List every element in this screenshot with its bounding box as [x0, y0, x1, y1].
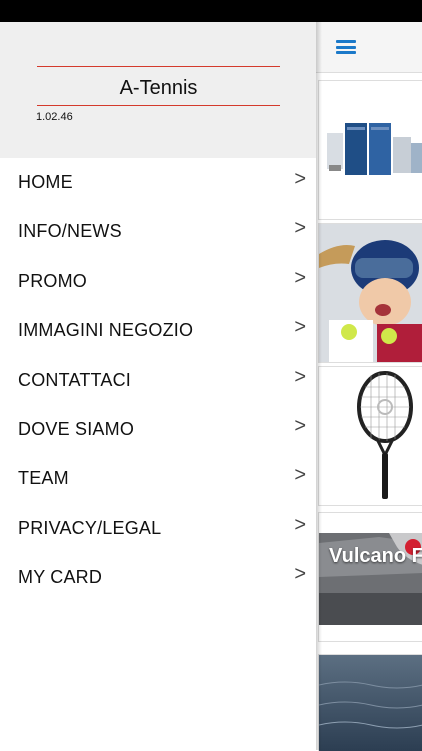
menu-item-label: DOVE SIAMO [18, 418, 135, 439]
card-caption: Vulcano F [329, 545, 422, 567]
menu-item-label: INFO/NEWS [18, 221, 122, 242]
chevron-right-icon: > [294, 513, 306, 536]
skier-image [319, 224, 422, 362]
menu-item-label: PRIVACY/LEGAL [18, 517, 162, 538]
navigation-bar [316, 22, 422, 73]
chevron-right-icon: > [294, 217, 306, 240]
menu-item-immagini-negozio[interactable]: IMMAGINI NEGOZIO > [0, 306, 316, 355]
chevron-right-icon: > [294, 316, 306, 339]
app-version: 1.02.46 [36, 111, 73, 123]
chevron-right-icon: > [294, 266, 306, 289]
side-drawer: A-Tennis 1.02.46 HOME > INFO/NEWS > PROM… [0, 22, 316, 750]
menu-item-label: HOME [18, 172, 73, 192]
chevron-right-icon: > [294, 365, 306, 388]
menu-item-privacy-legal[interactable]: PRIVACY/LEGAL > [0, 504, 316, 553]
chevron-right-icon: > [294, 168, 306, 190]
menu-item-dove-siamo[interactable]: DOVE SIAMO > [0, 405, 316, 454]
menu-item-promo[interactable]: PROMO > [0, 257, 316, 306]
content-card-sea[interactable] [318, 654, 422, 751]
app-title: A-Tennis [119, 77, 198, 99]
status-bar [0, 0, 422, 22]
menu-item-label: TEAM [18, 468, 69, 489]
drawer-menu: HOME > INFO/NEWS > PROMO > IMMAGINI NEGO… [0, 158, 316, 603]
menu-item-my-card[interactable]: MY CARD > [0, 553, 316, 602]
drawer-shadow [316, 22, 322, 750]
header-rule-bottom [37, 105, 280, 106]
menu-item-team[interactable]: TEAM > [0, 454, 316, 503]
menu-item-label: MY CARD [18, 567, 103, 588]
content-card-vulcano[interactable]: Vulcano F [318, 512, 422, 642]
vulcano-banner-image [319, 513, 422, 641]
drawer-header: A-Tennis 1.02.46 [0, 22, 316, 158]
chevron-right-icon: > [294, 464, 306, 487]
tennis-racket-image [319, 367, 422, 505]
menu-item-info-news[interactable]: INFO/NEWS > [0, 207, 316, 256]
menu-item-label: IMMAGINI NEGOZIO [18, 320, 194, 341]
content-card-racket[interactable] [318, 366, 422, 506]
menu-item-contattaci[interactable]: CONTATTACI > [0, 356, 316, 405]
menu-item-label: CONTATTACI [18, 369, 131, 390]
sea-image [319, 655, 422, 751]
chevron-right-icon: > [294, 414, 306, 437]
content-card-skier[interactable] [318, 223, 422, 363]
content-card-shop[interactable] [318, 80, 422, 220]
header-rule-top [37, 66, 280, 67]
menu-item-home[interactable]: HOME > [0, 158, 316, 207]
menu-item-label: PROMO [18, 270, 88, 291]
main-content: Vulcano F [316, 22, 422, 751]
hamburger-icon[interactable] [336, 40, 356, 54]
chevron-right-icon: > [294, 563, 306, 586]
shop-interior-image [319, 81, 422, 219]
